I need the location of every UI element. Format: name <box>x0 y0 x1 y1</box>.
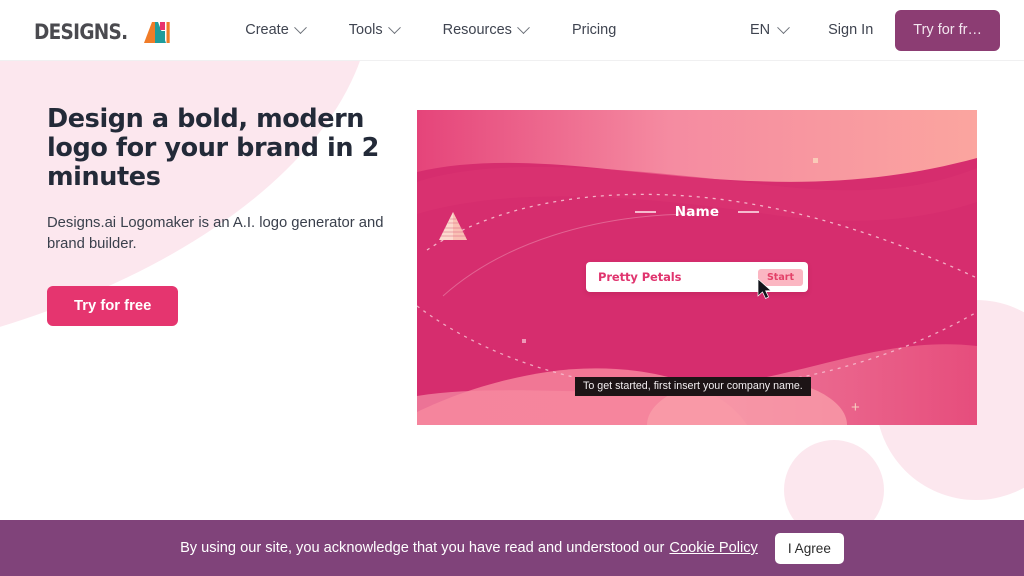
language-selector-label: EN <box>749 22 771 38</box>
sign-in-label: Sign In <box>828 22 874 38</box>
nav-item-create[interactable]: Create <box>223 20 327 38</box>
plus-icon: + <box>851 399 860 416</box>
hero-copy: Design a bold, modern logo for your bran… <box>47 105 397 326</box>
chevron-down-icon <box>387 20 401 34</box>
nav-item-pricing-label: Pricing <box>571 22 617 38</box>
nav-item-create-label: Create <box>245 22 289 38</box>
header-try-for-free-button[interactable]: Try for fr… <box>895 9 1000 51</box>
decorative-dash-left <box>634 211 656 213</box>
chevron-down-icon <box>517 20 530 34</box>
cookie-consent-banner: By using our site, you acknowledge that … <box>0 520 1024 576</box>
brand-logo-text: DESIGNS. <box>34 20 128 44</box>
cookie-message: By using our site, you acknowledge that … <box>180 540 665 556</box>
preview-section-label: Name <box>674 204 720 220</box>
main-navigation: Create Tools Resources Pricing <box>223 20 638 38</box>
chevron-down-icon <box>293 20 307 34</box>
language-selector[interactable]: EN <box>732 20 806 38</box>
nav-item-tools[interactable]: Tools <box>327 20 421 38</box>
onboarding-tooltip: To get started, first insert your compan… <box>575 377 811 396</box>
decorative-dash-right <box>738 211 760 213</box>
cookie-policy-link[interactable]: Cookie Policy <box>669 540 757 556</box>
cookie-agree-button[interactable]: I Agree <box>774 532 844 564</box>
page-root: DESIGNS. Create Tools Resources Pricing … <box>0 0 1024 576</box>
nav-item-resources-label: Resources <box>442 22 512 38</box>
hero-try-for-free-button[interactable]: Try for free <box>47 286 179 326</box>
logomaker-preview: Name Pretty Petals Start To get started,… <box>417 110 977 425</box>
preview-name-section: Name <box>417 204 977 220</box>
company-name-input-value: Pretty Petals <box>598 270 682 284</box>
brand-logo[interactable]: DESIGNS. <box>34 17 171 43</box>
brand-logo-ai-icon <box>141 21 171 43</box>
sign-in-link[interactable]: Sign In <box>806 22 895 38</box>
nav-item-resources[interactable]: Resources <box>421 20 550 38</box>
page-title: Design a bold, modern logo for your bran… <box>47 104 379 192</box>
nav-item-pricing[interactable]: Pricing <box>550 22 638 38</box>
site-header: DESIGNS. Create Tools Resources Pricing … <box>0 0 1024 61</box>
hero-subtitle: Designs.ai Logomaker is an A.I. logo gen… <box>47 215 384 252</box>
header-right-actions: EN Sign In Try for fr… <box>732 9 1000 51</box>
nav-item-tools-label: Tools <box>348 22 383 38</box>
chevron-down-icon <box>777 20 790 34</box>
